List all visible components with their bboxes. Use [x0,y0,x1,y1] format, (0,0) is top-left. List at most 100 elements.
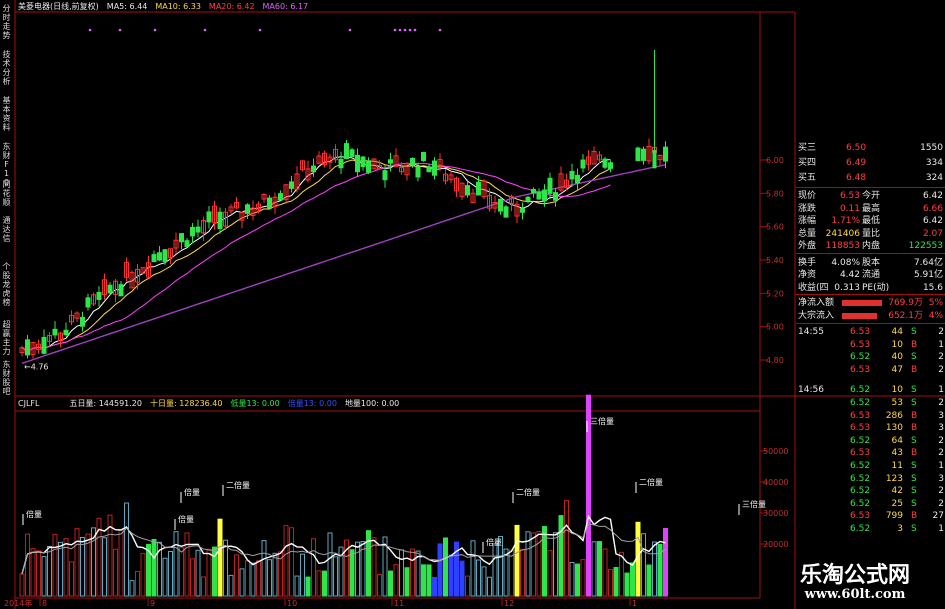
tick-side: S [911,486,917,497]
candle-body [366,161,371,173]
volume-bar [25,533,30,597]
ground-volume: 地量100: 0.00 [344,399,400,408]
volume-bar [47,545,52,597]
candle-body [179,233,184,243]
stat-row: 净资 4.42 流通 5.91亿 [796,269,945,281]
volume-tick-label: 50000 [763,447,788,456]
price-tick-label: 5.80 [766,189,784,198]
mid-volume: 倍量13: 0.00 [287,399,337,408]
date-tick-label: 10 [287,599,297,608]
candle-body [206,211,212,223]
tick-row: 6.52 25 S 2 [796,498,945,510]
candle-body [349,149,355,157]
volume-bar [355,541,360,597]
stat-label: 今开 [862,191,881,201]
volume-bar [432,576,437,597]
side-tab-9[interactable]: 东 财 股 吧 [1,360,12,396]
side-tab-2[interactable]: 技 术 分 析 [1,50,12,86]
volume-bar [239,568,245,597]
volume-bar [371,537,377,597]
volume-bar [168,550,173,597]
candle-body [41,336,47,354]
date-tick-label: 9 [150,599,155,608]
tick-count: 2 [938,486,944,497]
tick-row: 6.52 53 S 2 [796,397,945,409]
volume-bar [124,502,129,597]
volume-axis: 50000 40000 30000 20000 [760,447,788,549]
candle-body [531,188,536,194]
volume-bar [283,525,289,597]
side-tab-1[interactable]: 分 时 走 势 [1,4,12,40]
tick-row: 14:56 6.52 10 S 1 [796,384,945,396]
volume-bar [129,580,135,597]
candle-body [553,192,558,201]
tick-time: 14:56 [798,385,824,396]
volume-bar [426,564,432,597]
candle-body [311,165,316,173]
stat-row: 收益(四 0.313 PE(动) 15.6 [796,282,945,294]
tick-side: S [911,385,917,396]
candle-body [25,339,30,356]
side-tab-6[interactable]: 通 达 信 [1,216,12,243]
volume-bar [470,540,476,597]
tick-price: 6.52 [850,398,871,408]
tick-count: 2 [938,435,944,446]
candle-body [641,148,646,161]
tick-side: S [911,524,917,534]
volume-bar [575,563,580,597]
stat-label: 内盘 [862,241,881,251]
volume-bar [531,532,536,597]
tick-count: 1 [938,461,944,471]
side-tab-8[interactable]: 超 赢 主 力 [1,320,12,356]
tick-side: S [911,352,917,363]
watermark-url: www.60lt.com [804,587,906,602]
stat-label: PE(动) [862,282,890,293]
bid-volume: 1550 [920,143,943,153]
tick-volume: 10 [891,339,903,350]
side-tab-3[interactable]: 基 本 资 料 [1,96,12,132]
min-price-label: ←4.76 [24,363,49,372]
volume-bar [300,553,305,597]
volume-bar [190,558,195,597]
side-tab-5[interactable]: 同 花 顺 [1,180,12,207]
tick-row: 6.53 799 B 27 [796,510,945,522]
tick-volume: 64 [891,435,903,446]
bid-label: 买五 [798,173,817,183]
signal-dot [153,28,157,32]
stat-value: 241406 [825,228,860,239]
tick-volume: 53 [891,398,903,408]
tick-count: 3 [938,473,944,484]
stat-value: 4.42 [839,270,860,280]
panel-divider [796,187,945,188]
flow-row: 大宗流入 652.1万 4% [796,310,945,322]
candle-body [520,208,525,213]
volume-bar [140,552,146,597]
tick-row: 6.52 40 S 2 [796,351,945,363]
flow-label: 净流入额 [798,298,835,308]
tick-volume: 123 [885,473,903,484]
tick-row: 6.52 64 S 2 [796,435,945,447]
stat-label: 涨跌 [798,203,817,214]
tick-price: 6.52 [850,486,871,497]
volume-bar [69,561,74,597]
tick-side: S [911,473,917,484]
volume-annotation: 倍量 [184,487,200,497]
volume-bar [465,575,470,597]
volume-bar [580,559,586,597]
bid-row-3: 买三 6.50 1550 [796,142,945,154]
date-tick-label: 11 [394,599,404,608]
volume-annotation: 倍量 [486,537,502,547]
date-tick-label: 1 [632,599,637,608]
tick-side: B [911,511,918,522]
bid-price: 6.49 [846,158,867,168]
candle-body [426,166,432,173]
side-tab-7[interactable]: 个 股 龙 虎 榜 [1,262,12,307]
volume-bar [162,557,168,597]
volume-annotation: 二倍量 [516,487,540,497]
flow-percent: 4% [928,311,943,321]
ma60-value: MA60: 6.17 [262,2,309,11]
volume-bar [333,556,338,597]
candle-body [580,159,586,169]
volume-bar [388,570,393,597]
volume-bar [421,564,426,597]
